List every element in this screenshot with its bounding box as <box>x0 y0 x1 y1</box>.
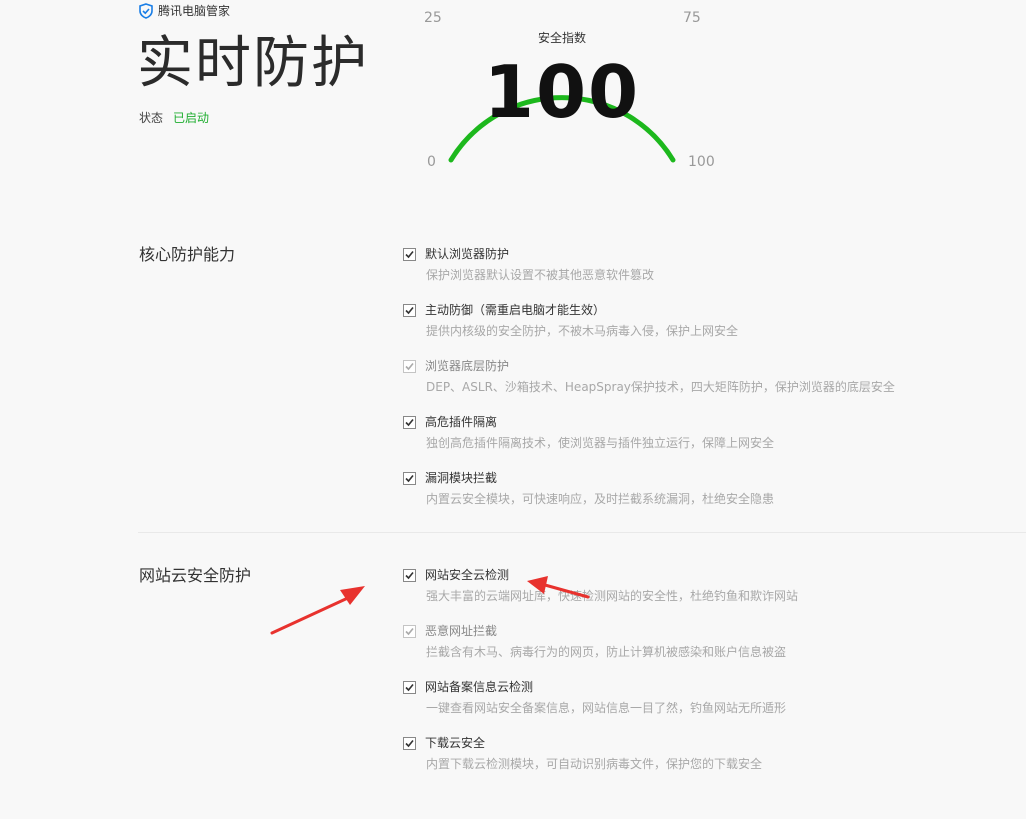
check-icon <box>405 571 414 579</box>
checkbox-active-defense[interactable] <box>403 303 416 317</box>
section-title-core: 核心防护能力 <box>139 245 236 264</box>
option-title[interactable]: 恶意网址拦截 <box>425 623 497 639</box>
option-title[interactable]: 漏洞模块拦截 <box>425 470 497 486</box>
brand-name: 腾讯电脑管家 <box>158 4 231 18</box>
checkbox-malicious-url[interactable] <box>403 624 416 638</box>
checkbox-vuln-block[interactable] <box>403 471 416 485</box>
check-icon <box>405 418 414 426</box>
tick-100: 100 <box>688 154 715 170</box>
section-divider <box>138 532 1026 533</box>
option-browser-underlying: 浏览器底层防护 DEP、ASLR、沙箱技术、HeapSpray保护技术，四大矩阵… <box>403 358 1003 394</box>
checkbox-default-browser[interactable] <box>403 247 416 261</box>
option-download-cloud: 下载云安全 内置下载云检测模块，可自动识别病毒文件，保护您的下载安全 <box>403 735 1003 771</box>
option-desc: 拦截含有木马、病毒行为的网页，防止计算机被感染和账户信息被盗 <box>426 645 787 659</box>
section-title-web: 网站云安全防护 <box>139 566 252 585</box>
page-title: 实时防护 <box>137 31 369 96</box>
checkbox-download-cloud[interactable] <box>403 736 416 750</box>
option-title[interactable]: 浏览器底层防护 <box>425 358 509 374</box>
check-icon <box>405 474 414 482</box>
option-title[interactable]: 网站安全云检测 <box>425 567 509 583</box>
checkbox-icp-check[interactable] <box>403 680 416 694</box>
option-title[interactable]: 高危插件隔离 <box>425 414 497 430</box>
security-gauge: 25 75 0 100 安全指数 100 <box>420 0 720 180</box>
option-desc: 独创高危插件隔离技术，使浏览器与插件独立运行，保障上网安全 <box>426 436 775 450</box>
option-desc: 内置下载云检测模块，可自动识别病毒文件，保护您的下载安全 <box>426 757 763 771</box>
option-site-cloud-check: 网站安全云检测 强大丰富的云端网址库，快速检测网站的安全性，杜绝钓鱼和欺诈网站 <box>403 567 1003 603</box>
option-icp-check: 网站备案信息云检测 一键查看网站安全备案信息，网站信息一目了然，钓鱼网站无所遁形 <box>403 679 1003 715</box>
check-icon <box>405 739 414 747</box>
check-icon <box>405 362 414 370</box>
status-value: 已启动 <box>173 111 210 125</box>
option-desc: 保护浏览器默认设置不被其他恶意软件篡改 <box>426 268 655 282</box>
option-title[interactable]: 主动防御（需重启电脑才能生效） <box>425 302 605 318</box>
option-desc: 提供内核级的安全防护，不被木马病毒入侵，保护上网安全 <box>426 324 739 338</box>
tick-25: 25 <box>424 10 442 26</box>
arrow-left-annotation <box>270 586 365 635</box>
status-label: 状态 <box>139 111 164 125</box>
option-malicious-url: 恶意网址拦截 拦截含有木马、病毒行为的网页，防止计算机被感染和账户信息被盗 <box>403 623 1003 659</box>
checkbox-plugin-isolation[interactable] <box>403 415 416 429</box>
tick-0: 0 <box>427 154 436 170</box>
status-row: 状态 已启动 <box>139 109 209 126</box>
check-icon <box>405 250 414 258</box>
shield-check-icon <box>139 2 153 19</box>
option-title[interactable]: 网站备案信息云检测 <box>425 679 533 695</box>
check-icon <box>405 683 414 691</box>
option-title[interactable]: 下载云安全 <box>425 735 485 751</box>
option-title[interactable]: 默认浏览器防护 <box>425 246 509 262</box>
brand: 腾讯电脑管家 <box>138 2 230 19</box>
option-vuln-block: 漏洞模块拦截 内置云安全模块，可快速响应，及时拦截系统漏洞，杜绝安全隐患 <box>403 470 1003 506</box>
check-icon <box>405 627 414 635</box>
tick-75: 75 <box>683 10 701 26</box>
option-desc: 一键查看网站安全备案信息，网站信息一目了然，钓鱼网站无所遁形 <box>426 701 787 715</box>
gauge-score: 100 <box>483 50 641 134</box>
option-desc: DEP、ASLR、沙箱技术、HeapSpray保护技术，四大矩阵防护，保护浏览器… <box>426 380 895 394</box>
option-desc: 强大丰富的云端网址库，快速检测网站的安全性，杜绝钓鱼和欺诈网站 <box>426 589 799 603</box>
gauge-label: 安全指数 <box>537 31 586 45</box>
option-active-defense: 主动防御（需重启电脑才能生效） 提供内核级的安全防护，不被木马病毒入侵，保护上网… <box>403 302 1003 338</box>
option-desc: 内置云安全模块，可快速响应，及时拦截系统漏洞，杜绝安全隐患 <box>426 492 775 506</box>
option-default-browser: 默认浏览器防护 保护浏览器默认设置不被其他恶意软件篡改 <box>403 246 1003 282</box>
checkbox-browser-underlying[interactable] <box>403 359 416 373</box>
checkbox-site-cloud-check[interactable] <box>403 568 416 582</box>
check-icon <box>405 306 414 314</box>
option-plugin-isolation: 高危插件隔离 独创高危插件隔离技术，使浏览器与插件独立运行，保障上网安全 <box>403 414 1003 450</box>
